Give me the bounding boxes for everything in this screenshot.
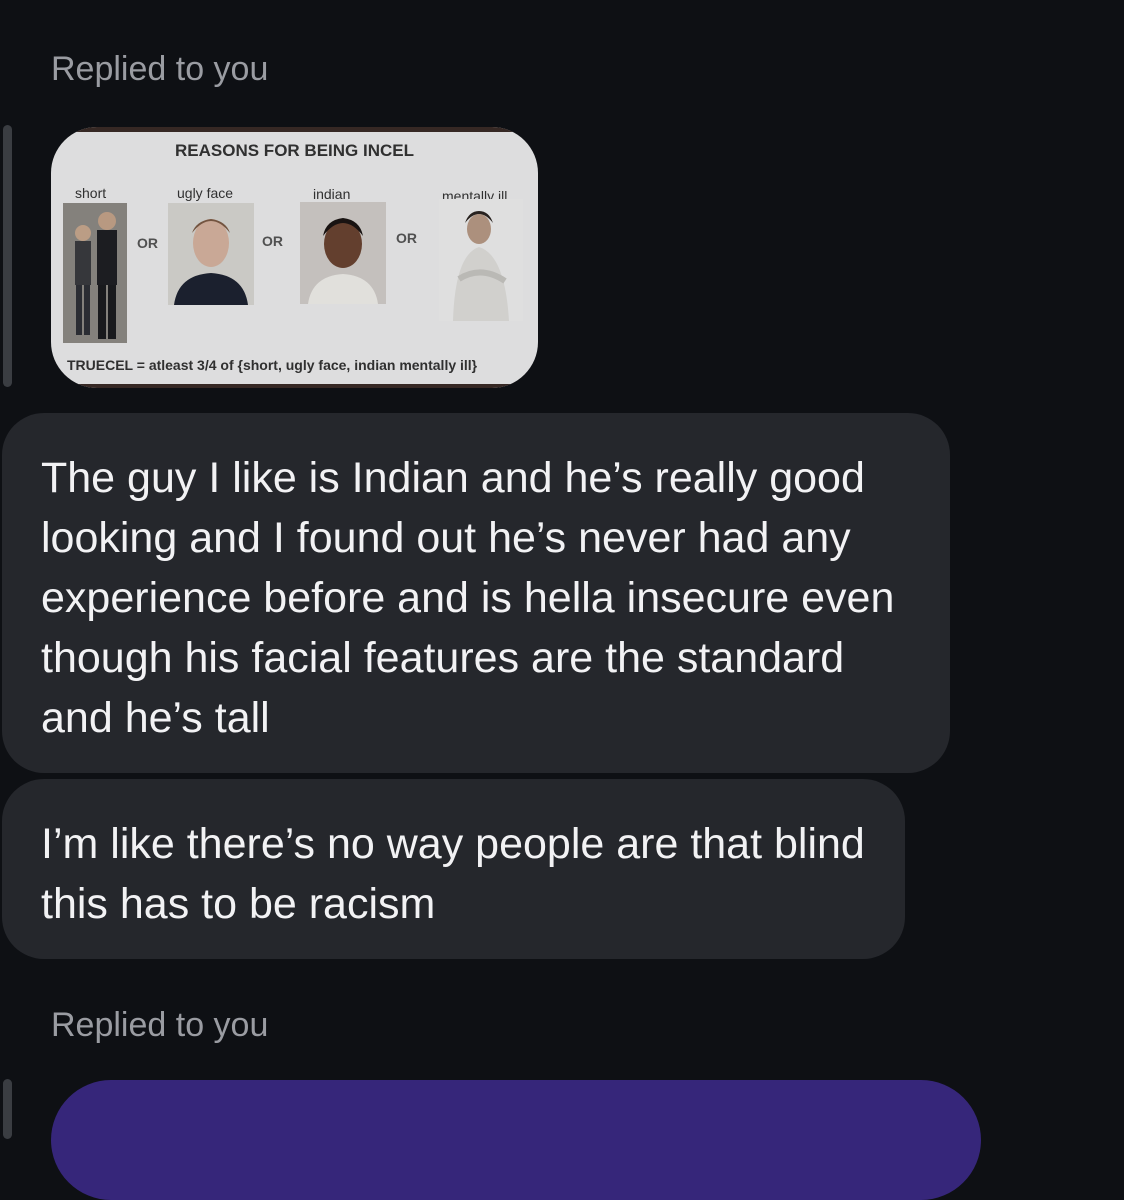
- message-text: The guy I like is Indian and he’s really…: [41, 454, 895, 742]
- meme-title: REASONS FOR BEING INCEL: [175, 141, 414, 160]
- meme-caption-short: short: [75, 185, 107, 201]
- replied-to-you-label: Replied to you: [51, 50, 269, 88]
- quoted-message-bubble[interactable]: [51, 1080, 981, 1200]
- meme-photo-ugly-face: [168, 203, 254, 305]
- meme-photo-mentally-ill: [439, 199, 523, 321]
- meme-photo-indian: [300, 202, 386, 304]
- meme-or-1: OR: [137, 235, 158, 251]
- reply-quote-bar: [3, 1079, 12, 1139]
- message-bubble[interactable]: I’m like there’s no way people are that …: [2, 779, 905, 959]
- meme-caption-indian: indian: [313, 186, 351, 202]
- meme-border-top: [51, 127, 538, 132]
- meme-or-2: OR: [262, 233, 283, 249]
- message-text: I’m like there’s no way people are that …: [41, 820, 865, 928]
- message-bubble[interactable]: The guy I like is Indian and he’s really…: [2, 413, 950, 773]
- meme-caption-ugly-face: ugly face: [177, 185, 234, 201]
- replied-to-you-label: Replied to you: [51, 1006, 269, 1044]
- meme-photo-short: [63, 203, 127, 343]
- meme-or-3: OR: [396, 230, 417, 246]
- meme-border-bottom: [51, 384, 538, 388]
- reply-quote-bar: [3, 125, 12, 387]
- quoted-meme-image[interactable]: REASONS FOR BEING INCEL short ugly face …: [51, 127, 538, 388]
- meme-footer-text: TRUECEL = atleast 3/4 of {short, ugly fa…: [67, 357, 478, 373]
